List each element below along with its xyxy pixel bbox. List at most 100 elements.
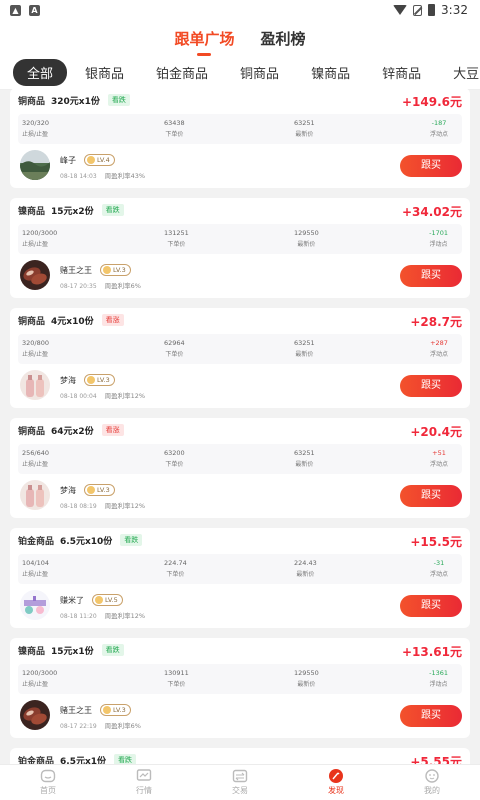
level-badge: LV.3	[100, 704, 131, 716]
order-time: 08-18 11:20	[60, 613, 97, 620]
battery-icon	[428, 4, 436, 16]
product-name: 铂金商品	[18, 536, 55, 547]
nav-market[interactable]: 行情	[96, 765, 192, 800]
order-time: 08-18 14:03	[60, 173, 97, 180]
follow-buy-button[interactable]: 跟买	[400, 155, 462, 177]
discover-icon	[328, 769, 344, 783]
stop-loss-profit: 256/640 止损/止盈	[22, 449, 50, 468]
avatar[interactable]	[20, 700, 50, 730]
follow-buy-button[interactable]: 跟买	[400, 265, 462, 287]
latest-price: 63251 最新价	[294, 449, 315, 468]
direction-badge: 看涨	[101, 424, 124, 436]
trader-name: 梦海 LV.3	[60, 484, 115, 496]
product-name: 铜商品	[18, 316, 46, 327]
order-card[interactable]: 铂金商品 6.5元x10份 看跌 +15.5元 104/104 止损/止盈 22…	[10, 528, 470, 628]
latest-price: 129550 最新价	[294, 229, 319, 248]
level-badge: LV.5	[92, 594, 123, 606]
user-icon	[424, 769, 440, 783]
no-sim-icon	[413, 4, 423, 16]
trader-name: 赌王之王 LV.3	[60, 264, 131, 276]
trader-name: 梦海 LV.3	[60, 374, 115, 386]
profit-amount: +20.4元	[410, 425, 462, 439]
latest-price: 63251 最新价	[294, 339, 315, 358]
category-zinc[interactable]: 锌商品	[368, 59, 435, 86]
weekly-profit-rate: 周盈利率12%	[104, 612, 146, 620]
product-name: 铜商品	[18, 96, 46, 107]
category-soybean[interactable]: 大豆	[439, 59, 480, 86]
float-points: -31 浮动点	[429, 559, 448, 578]
wifi-icon	[393, 5, 408, 15]
crown-icon	[103, 706, 111, 714]
float-points: -1361 浮动点	[429, 669, 448, 688]
crown-icon	[87, 376, 95, 384]
level-badge: LV.3	[84, 484, 115, 496]
avatar[interactable]	[20, 480, 50, 510]
clock: 3:32	[441, 3, 468, 17]
chart-icon	[136, 769, 152, 783]
order-card[interactable]: 镍商品 15元x1份 看跌 +13.61元 1200/3000 止损/止盈 13…	[10, 638, 470, 738]
order-card[interactable]: 铂金商品 6.5元x1份 看跌 +5.55元	[10, 748, 470, 764]
crown-icon	[87, 156, 95, 164]
crown-icon	[103, 266, 111, 274]
weekly-profit-rate: 周盈利率6%	[104, 282, 141, 290]
avatar[interactable]	[20, 150, 50, 180]
nav-home[interactable]: 首页	[0, 765, 96, 800]
follow-buy-button[interactable]: 跟买	[400, 485, 462, 507]
category-platinum[interactable]: 铂金商品	[142, 59, 222, 86]
direction-badge: 看跌	[114, 754, 137, 764]
home-icon	[40, 769, 56, 783]
avatar[interactable]	[20, 370, 50, 400]
nav-mine[interactable]: 我的	[384, 765, 480, 800]
float-points: +287 浮动点	[429, 339, 448, 358]
order-time: 08-17 20:35	[60, 283, 97, 290]
tab-follow-square[interactable]: 跟单广场	[174, 28, 235, 56]
order-card[interactable]: 铜商品 64元x2份 看涨 +20.4元 256/640 止损/止盈 63200…	[10, 418, 470, 518]
order-stats: 104/104 止损/止盈 224.74 下单价 224.43 最新价 -31 …	[18, 554, 462, 584]
order-price: 131251 下单价	[164, 229, 189, 248]
profit-amount: +28.7元	[410, 315, 462, 329]
latest-price: 224.43 最新价	[294, 559, 317, 578]
profit-amount: +149.6元	[401, 95, 462, 109]
nav-discover[interactable]: 发现	[288, 765, 384, 800]
top-tabs: 跟单广场 盈利榜	[0, 20, 480, 56]
level-badge: LV.4	[84, 154, 115, 166]
follow-buy-button[interactable]: 跟买	[400, 595, 462, 617]
trader-name: 赚米了 LV.5	[60, 594, 123, 606]
direction-badge: 看跌	[107, 94, 130, 106]
avatar[interactable]	[20, 260, 50, 290]
level-badge: LV.3	[100, 264, 131, 276]
avatar[interactable]	[20, 590, 50, 620]
direction-badge: 看涨	[101, 314, 124, 326]
stop-loss-profit: 320/800 止损/止盈	[22, 339, 50, 358]
order-spec: 64元x2份	[51, 426, 94, 437]
tab-profit-ranking[interactable]: 盈利榜	[261, 28, 306, 56]
order-meta: 08-18 11:20 周盈利率12%	[60, 610, 145, 620]
product-name: 铜商品	[18, 426, 46, 437]
profit-amount: +5.55元	[410, 755, 462, 764]
profit-amount: +15.5元	[410, 535, 462, 549]
category-silver[interactable]: 银商品	[71, 59, 138, 86]
font-notification-icon: A	[29, 4, 40, 16]
follow-buy-button[interactable]: 跟买	[400, 375, 462, 397]
order-meta: 08-18 00:04 周盈利率12%	[60, 390, 145, 400]
order-card[interactable]: 镍商品 15元x2份 看跌 +34.02元 1200/3000 止损/止盈 13…	[10, 198, 470, 298]
stop-loss-profit: 1200/3000 止损/止盈	[22, 669, 58, 688]
trade-icon	[232, 769, 248, 783]
category-copper[interactable]: 铜商品	[226, 59, 293, 86]
gallery-notification-icon: ▲	[10, 4, 21, 16]
nav-trade[interactable]: 交易	[192, 765, 288, 800]
order-price: 130911 下单价	[164, 669, 189, 688]
follow-buy-button[interactable]: 跟买	[400, 705, 462, 727]
float-points: -1701 浮动点	[429, 229, 448, 248]
trader-name: 峰子 LV.4	[60, 154, 115, 166]
order-list: 铜商品 320元x1份 看跌 +149.6元 320/320 止损/止盈 634…	[0, 88, 480, 764]
order-card[interactable]: 铜商品 4元x10份 看涨 +28.7元 320/800 止损/止盈 62964…	[10, 308, 470, 408]
category-nickel[interactable]: 镍商品	[297, 59, 364, 86]
order-card[interactable]: 铜商品 320元x1份 看跌 +149.6元 320/320 止损/止盈 634…	[10, 88, 470, 188]
latest-price: 129550 最新价	[294, 669, 319, 688]
order-spec: 6.5元x10份	[60, 536, 113, 547]
latest-price: 63251 最新价	[294, 119, 315, 138]
category-all[interactable]: 全部	[13, 59, 68, 86]
weekly-profit-rate: 周盈利率12%	[104, 502, 146, 510]
order-price: 63438 下单价	[164, 119, 185, 138]
